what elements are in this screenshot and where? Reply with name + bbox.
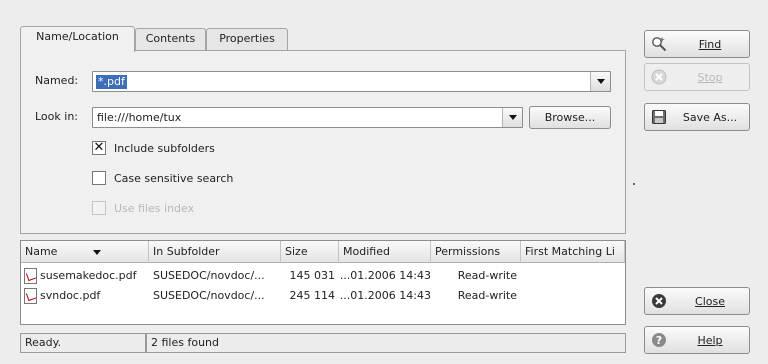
lookin-label: Look in: [35, 110, 78, 123]
case-sensitive-label[interactable]: Case sensitive search [114, 172, 233, 185]
close-icon [652, 294, 666, 308]
file-size: 145 031 [289, 269, 336, 282]
browse-button-label: Browse... [544, 111, 596, 124]
file-name: susemakedoc.pdf [40, 269, 137, 282]
sort-descending-icon [93, 250, 101, 255]
file-subfolder: SUSEDOC/novdoc/... [153, 289, 265, 302]
status-message: Ready. [20, 333, 146, 353]
help-button-label: Help [697, 334, 723, 347]
find-magnifier-icon [652, 37, 667, 52]
column-header-modified-label: Modified [343, 245, 390, 258]
column-header-subfolder-label: In Subfolder [153, 245, 220, 258]
close-button[interactable]: Close [644, 287, 750, 315]
lookin-dropdown-button[interactable] [502, 108, 522, 127]
column-header-size[interactable]: Size [281, 241, 339, 263]
stop-icon [651, 69, 667, 85]
named-input-value[interactable]: *.pdf [96, 75, 127, 89]
find-button[interactable]: Find [644, 30, 750, 58]
file-name: svndoc.pdf [40, 289, 101, 302]
table-row[interactable]: svndoc.pdf SUSEDOC/novdoc/... 245 114 ..… [21, 286, 625, 306]
file-modified: ...01.2006 14:43 [339, 269, 431, 282]
tab-name-location-label: Name/Location [36, 30, 119, 43]
case-sensitive-checkbox[interactable] [92, 171, 106, 185]
save-as-button[interactable]: Save As... [644, 103, 750, 131]
pdf-file-icon [24, 268, 37, 284]
named-label: Named: [35, 74, 79, 87]
save-as-button-label: Save As... [682, 111, 738, 124]
use-files-index-label: Use files index [114, 202, 195, 215]
chevron-down-icon [597, 79, 605, 84]
column-header-modified[interactable]: Modified [339, 241, 431, 263]
include-subfolders-label[interactable]: Include subfolders [114, 142, 215, 155]
svg-text:?: ? [656, 334, 662, 347]
checkmark-x-icon: ✕ [93, 140, 105, 155]
column-header-permissions-label: Permissions [435, 245, 501, 258]
column-header-size-label: Size [285, 245, 308, 258]
column-header-subfolder[interactable]: In Subfolder [149, 241, 281, 263]
tab-contents[interactable]: Contents [135, 28, 206, 50]
file-first-match [525, 266, 623, 286]
tab-properties[interactable]: Properties [206, 28, 288, 50]
column-header-first-matching-line[interactable]: First Matching Li [521, 241, 625, 263]
browse-button[interactable]: Browse... [529, 106, 611, 129]
save-disk-icon [652, 110, 666, 124]
lookin-combobox[interactable]: file:///home/tux [92, 107, 523, 128]
lookin-input-value[interactable]: file:///home/tux [97, 111, 181, 124]
help-button[interactable]: ? Help [644, 326, 750, 354]
pdf-file-icon [24, 288, 37, 304]
tab-name-location[interactable]: Name/Location [20, 26, 135, 52]
find-button-label: Find [698, 38, 722, 51]
file-modified: ...01.2006 14:43 [339, 289, 431, 302]
close-button-label: Close [695, 295, 725, 308]
stop-button: Stop [644, 63, 750, 91]
column-header-permissions[interactable]: Permissions [431, 241, 521, 263]
column-header-first-matching-label: First Matching Li [525, 245, 615, 258]
help-icon: ? [652, 333, 666, 347]
column-header-name[interactable]: Name [21, 241, 149, 263]
name-location-panel: Named: *.pdf Look in: file:///home/tux B… [20, 50, 626, 234]
named-combobox[interactable]: *.pdf [92, 71, 611, 92]
file-first-match [525, 286, 623, 306]
named-dropdown-button[interactable] [590, 72, 610, 91]
use-files-index-checkbox [92, 201, 106, 215]
stop-button-label: Stop [697, 71, 723, 84]
status-file-count: 2 files found [146, 333, 626, 353]
tab-properties-label: Properties [219, 32, 275, 45]
table-row[interactable]: susemakedoc.pdf SUSEDOC/novdoc/... 145 0… [21, 266, 625, 286]
include-subfolders-checkbox[interactable]: ✕ [92, 140, 106, 155]
column-header-name-label: Name [25, 245, 58, 258]
file-subfolder: SUSEDOC/novdoc/... [153, 269, 265, 282]
chevron-down-icon [509, 115, 517, 120]
file-permissions: Read-write [457, 289, 517, 302]
tab-contents-label: Contents [145, 32, 196, 45]
separator-dot [633, 183, 635, 185]
file-permissions: Read-write [457, 269, 517, 282]
results-table: Name In Subfolder Size Modified Permissi… [20, 240, 626, 325]
file-size: 245 114 [289, 289, 336, 302]
